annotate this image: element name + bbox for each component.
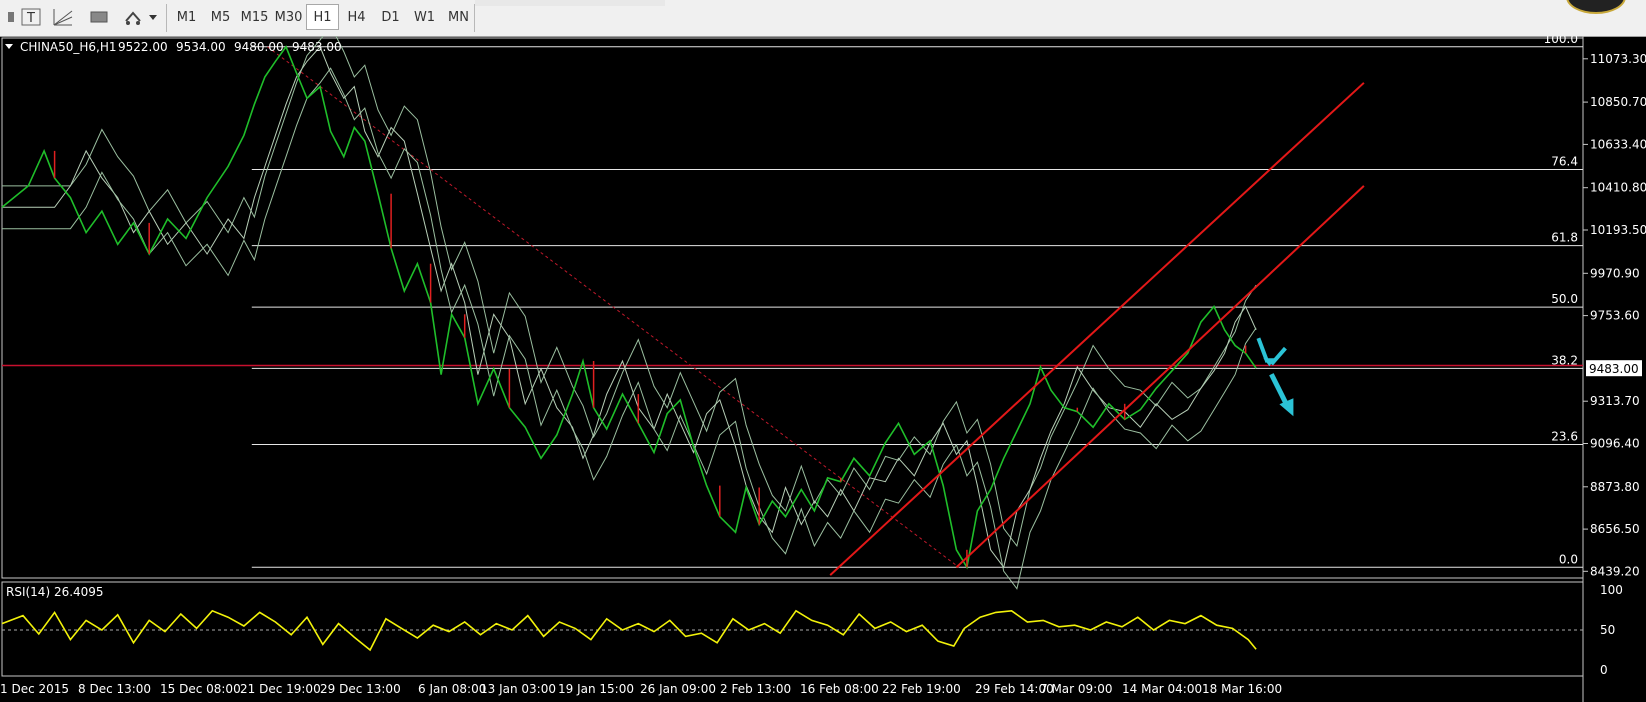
main-panel-frame [1, 37, 1584, 579]
fibonacci-level-label: 23.6 [1551, 430, 1578, 444]
time-axis-label: 1 Dec 2015 [0, 682, 69, 696]
toolbar: T M1 M5 M15 M30 H1 H4 D1 W1 MN [0, 0, 1646, 37]
timeframe-m15-button[interactable]: M15 [238, 4, 271, 30]
time-axis-label: 21 Dec 19:00 [240, 682, 321, 696]
rsi-axis-label: 50 [1600, 623, 1615, 637]
fibonacci-level-label: 61.8 [1551, 231, 1578, 245]
current-price-label: 9483.00 [1589, 362, 1639, 376]
rsi-axis-label: 0 [1600, 663, 1608, 677]
fibonacci-level-label: 76.4 [1551, 155, 1578, 169]
rsi-panel-frame [1, 581, 1584, 677]
time-axis: 1 Dec 2015 8 Dec 13:00 15 Dec 08:00 21 Dec … [0, 682, 1282, 696]
main-panel: 100.076.461.850.038.223.60.011073.301085… [1, 36, 1646, 702]
price-axis-label: 10633.40 [1590, 137, 1646, 151]
price-axis-label: 9970.90 [1590, 266, 1640, 280]
ohlc-open: 9522.00 [118, 40, 168, 54]
timeframe-m30-button[interactable]: M30 [272, 4, 305, 30]
toolbar-separator [166, 4, 167, 32]
forecast-arrow-up [1269, 346, 1287, 366]
time-axis-label: 13 Jan 03:00 [480, 682, 556, 696]
channel-lower-line [955, 185, 1365, 569]
svg-text:T: T [26, 11, 35, 26]
timeframe-d1-button[interactable]: D1 [374, 4, 407, 30]
rsi-panel: RSI(14) 26.4095 100 50 0 [1, 581, 1623, 677]
price-axis-label: 11073.30 [1590, 52, 1646, 66]
time-axis-label: 14 Mar 04:00 [1122, 682, 1202, 696]
rsi-title: RSI(14) 26.4095 [6, 585, 104, 599]
timeframe-w1-button[interactable]: W1 [408, 4, 441, 30]
timeframe-mn-button[interactable]: MN [442, 4, 475, 30]
time-axis-label: 22 Feb 19:00 [882, 682, 961, 696]
forecast-arrow-down-long [1269, 373, 1290, 408]
price-axis-label: 8439.20 [1590, 564, 1640, 578]
price-chart[interactable]: 100.076.461.850.038.223.60.011073.301085… [0, 36, 1646, 702]
time-axis-label: 16 Feb 08:00 [800, 682, 879, 696]
rectangle-icon[interactable] [86, 5, 112, 29]
timeframe-m5-button[interactable]: M5 [204, 4, 237, 30]
rsi-axis-label: 100 [1600, 583, 1623, 597]
fibonacci-level-label: 50.0 [1551, 292, 1578, 306]
toolbar-strip [475, 0, 665, 6]
price-axis-label: 10193.50 [1590, 223, 1646, 237]
fibonacci-level-label: 100.0 [1544, 36, 1578, 46]
timeframe-h4-button[interactable]: H4 [340, 4, 373, 30]
ohlc-high: 9534.00 [176, 40, 226, 54]
price-axis-label: 9313.70 [1590, 394, 1640, 408]
dropdown-arrow-icon[interactable] [140, 5, 166, 29]
toolbar-separator [474, 4, 475, 32]
time-axis-label: 2 Feb 13:00 [720, 682, 791, 696]
time-axis-label: 18 Mar 16:00 [1202, 682, 1282, 696]
chart-menu-icon[interactable] [5, 44, 13, 49]
time-axis-label: 29 Dec 13:00 [320, 682, 401, 696]
text-label-icon[interactable]: T [18, 5, 44, 29]
timeframe-m1-button[interactable]: M1 [170, 4, 203, 30]
fibonacci-level-label: 0.0 [1559, 552, 1578, 566]
fibonacci-fan-icon[interactable] [50, 5, 76, 29]
price-axis-label: 10410.80 [1590, 181, 1646, 195]
ohlc-low: 9480.00 [234, 40, 284, 54]
time-axis-label: 6 Jan 08:00 [418, 682, 486, 696]
logo-badge [1566, 0, 1626, 14]
timeframe-h1-button[interactable]: H1 [306, 4, 339, 30]
price-axis-label: 8873.80 [1590, 480, 1640, 494]
time-axis-label: 19 Jan 15:00 [558, 682, 634, 696]
time-axis-label: 7 Mar 09:00 [1040, 682, 1113, 696]
price-axis-label: 8656.50 [1590, 522, 1640, 536]
channel-upper-line [829, 82, 1365, 576]
price-axis-label: 9753.60 [1590, 309, 1640, 323]
time-axis-label: 26 Jan 09:00 [640, 682, 716, 696]
chart-header: CHINA50_H6,H1 9522.00 9534.00 9480.00 94… [5, 40, 342, 54]
price-axis-label: 9096.40 [1590, 437, 1640, 451]
time-axis-label: 8 Dec 13:00 [78, 682, 151, 696]
upper-band-line [2, 36, 1257, 548]
symbol-label: CHINA50_H6,H1 [20, 40, 117, 54]
lower-band-line [2, 67, 1257, 590]
time-axis-label: 15 Dec 08:00 [160, 682, 241, 696]
price-axis-label: 10850.70 [1590, 95, 1646, 109]
ohlc-close: 9483.00 [292, 40, 342, 54]
